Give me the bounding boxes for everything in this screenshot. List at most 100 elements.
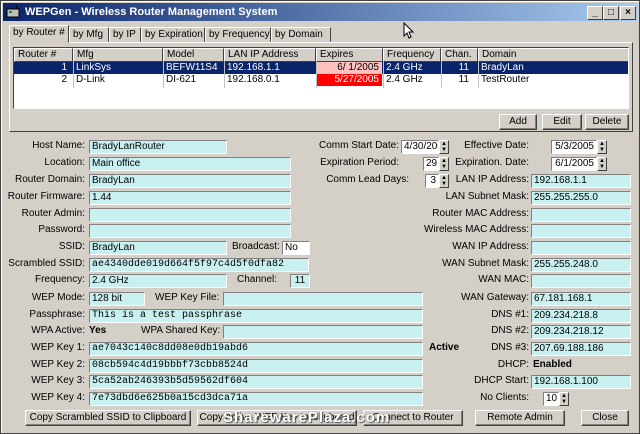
wan-mac-field[interactable] — [531, 274, 631, 288]
host-name-field[interactable]: BradyLanRouter — [89, 140, 227, 154]
dns2-field[interactable]: 209.234.218.12 — [531, 325, 631, 339]
cell-router-num[interactable]: 1 — [14, 62, 71, 74]
delete-button[interactable]: Delete — [585, 114, 629, 130]
wep-key-1-label: WEP Key 1: — [31, 342, 85, 353]
edit-button[interactable]: Edit — [542, 114, 582, 130]
passphrase-label: Passphrase: — [29, 309, 85, 320]
num-clients-spinner[interactable]: ▲ ▼ — [559, 392, 569, 406]
num-clients-label: No Clients: — [480, 392, 529, 403]
maximize-button[interactable]: □ — [603, 6, 619, 20]
col-header-expires[interactable]: Expires — [316, 48, 383, 62]
wan-gateway-label: WAN Gateway: — [461, 292, 529, 303]
col-header-router-num[interactable]: Router # — [14, 48, 73, 62]
router-firmware-label: Router Firmware: — [7, 191, 85, 202]
channel-field[interactable]: 11 — [290, 274, 310, 288]
dns1-label: DNS #1: — [491, 309, 529, 320]
remote-admin-button[interactable]: Remote Admin — [475, 410, 565, 426]
wpa-shared-key-field[interactable] — [223, 325, 423, 339]
location-field[interactable]: Main office — [89, 157, 291, 171]
dns3-field[interactable]: 207.69.188.186 — [531, 342, 631, 356]
cell-model[interactable]: DI-621 — [164, 74, 223, 86]
tab-by-router[interactable]: by Router # — [9, 25, 69, 43]
col-header-domain[interactable]: Domain — [478, 48, 628, 62]
password-field[interactable] — [89, 224, 291, 238]
ssid-field[interactable]: BradyLan — [89, 241, 227, 255]
router-admin-field[interactable] — [89, 208, 291, 222]
expiration-period-field[interactable]: 29 — [423, 157, 439, 171]
cell-chan[interactable]: 11 — [442, 74, 477, 86]
close-window-button[interactable]: × — [620, 6, 636, 20]
wep-key-4-field[interactable]: 7e73dbd6e625b0a15cd3dca71a — [89, 392, 423, 406]
cell-lan-ip[interactable]: 192.168.0.1 — [225, 74, 315, 86]
col-header-frequency[interactable]: Frequency — [383, 48, 441, 62]
broadcast-label: Broadcast: — [232, 241, 280, 252]
cell-mfg[interactable]: LinkSys — [74, 62, 162, 74]
tab-by-domain[interactable]: by Domain — [271, 27, 331, 42]
cell-lan-ip[interactable]: 192.168.1.1 — [225, 62, 315, 74]
wireless-mac-label: Wireless MAC Address: — [423, 224, 529, 235]
col-header-chan[interactable]: Chan. — [441, 48, 478, 62]
minimize-button[interactable]: _ — [587, 6, 603, 20]
wep-key-file-field[interactable] — [223, 292, 423, 306]
broadcast-field[interactable]: No — [282, 241, 310, 255]
router-mac-field[interactable] — [531, 208, 631, 222]
tab-by-ip[interactable]: by IP — [109, 27, 141, 42]
router-domain-label: Router Domain: — [14, 174, 85, 185]
dhcp-start-label: DHCP Start: — [474, 375, 529, 386]
router-domain-field[interactable]: BradyLan — [89, 174, 291, 188]
password-label: Password: — [38, 224, 85, 235]
cell-expires-warning[interactable]: 6/ 1/2005 — [317, 62, 382, 74]
cell-domain[interactable]: BradyLan — [479, 62, 627, 74]
passphrase-field[interactable]: This is a test passphrase — [89, 309, 423, 323]
cell-model[interactable]: BEFW11S4 — [164, 62, 223, 74]
wan-subnet-field[interactable]: 255.255.248.0 — [531, 258, 631, 272]
wep-key-4-label: WEP Key 4: — [31, 392, 85, 403]
cell-domain[interactable]: TestRouter — [479, 74, 627, 86]
expiration-date-spinner[interactable]: ▲ ▼ — [597, 157, 607, 171]
wep-mode-label: WEP Mode: — [31, 292, 85, 303]
effective-date-field[interactable]: 5/3/2005 — [551, 140, 597, 154]
cell-frequency[interactable]: 2.4 GHz — [384, 74, 440, 86]
dns1-field[interactable]: 209.234.218.8 — [531, 309, 631, 323]
wpa-shared-key-label: WPA Shared Key: — [141, 325, 221, 336]
scrambled-ssid-field[interactable]: ae4340dde019d664f5f97c4d5f0dfa82 — [89, 258, 309, 272]
num-clients-field[interactable]: 10 — [543, 392, 559, 406]
col-header-model[interactable]: Model — [163, 48, 224, 62]
cell-mfg[interactable]: D-Link — [74, 74, 162, 86]
wan-mac-label: WAN MAC: — [478, 274, 529, 285]
tab-by-frequency[interactable]: by Frequency — [205, 27, 271, 42]
dhcp-label: DHCP: — [497, 359, 529, 370]
wan-ip-field[interactable] — [531, 241, 631, 255]
cell-frequency[interactable]: 2.4 GHz — [384, 62, 440, 74]
frequency-label: Frequency: — [34, 274, 85, 285]
wep-mode-field[interactable]: 128 bit — [89, 292, 145, 306]
cell-router-num[interactable]: 2 — [14, 74, 71, 86]
wan-subnet-label: WAN Subnet Mask: — [442, 258, 529, 269]
add-button[interactable]: Add — [499, 114, 537, 130]
wep-key-1-field[interactable]: ae7043c140c8dd08e0db19abd6 — [89, 342, 423, 356]
wan-gateway-field[interactable]: 67.181.168.1 — [531, 292, 631, 306]
lan-subnet-field[interactable]: 255.255.255.0 — [531, 191, 631, 205]
lan-ip-field[interactable]: 192.168.1.1 — [531, 174, 631, 188]
cell-expires-expired[interactable]: 5/27/2005 — [317, 74, 382, 86]
expiration-date-field[interactable]: 6/1/2005 — [551, 157, 597, 171]
copy-scrambled-ssid-button[interactable]: Copy Scrambled SSID to Clipboard — [25, 410, 191, 426]
comm-start-date-field[interactable]: 4/30/2005 — [401, 140, 439, 154]
title-bar[interactable]: WEPGen - Wireless Router Management Syst… — [3, 3, 637, 21]
tab-by-expiration[interactable]: by Expiration — [141, 27, 205, 42]
effective-date-spinner[interactable]: ▲ ▼ — [597, 140, 607, 154]
wep-key-2-field[interactable]: 08cb594c4d19bbbf73cbb8524d — [89, 359, 423, 373]
cell-chan[interactable]: 11 — [442, 62, 477, 74]
col-header-mfg[interactable]: Mfg — [73, 48, 163, 62]
router-firmware-field[interactable]: 1.44 — [89, 191, 291, 205]
comm-start-date-label: Comm Start Date: — [318, 140, 399, 151]
dhcp-start-field[interactable]: 192.168.1.100 — [531, 375, 631, 389]
lan-subnet-label: LAN Subnet Mask: — [445, 191, 529, 202]
tab-by-mfg[interactable]: by Mfg — [69, 27, 109, 42]
close-button[interactable]: Close — [581, 410, 629, 426]
wireless-mac-field[interactable] — [531, 224, 631, 238]
router-table[interactable]: Router # Mfg Model LAN IP Address Expire… — [13, 47, 629, 109]
col-header-lan-ip[interactable]: LAN IP Address — [224, 48, 316, 62]
wep-key-3-field[interactable]: 5ca52ab246393b5d59562df604 — [89, 375, 423, 389]
frequency-field[interactable]: 2.4 GHz — [89, 274, 227, 288]
